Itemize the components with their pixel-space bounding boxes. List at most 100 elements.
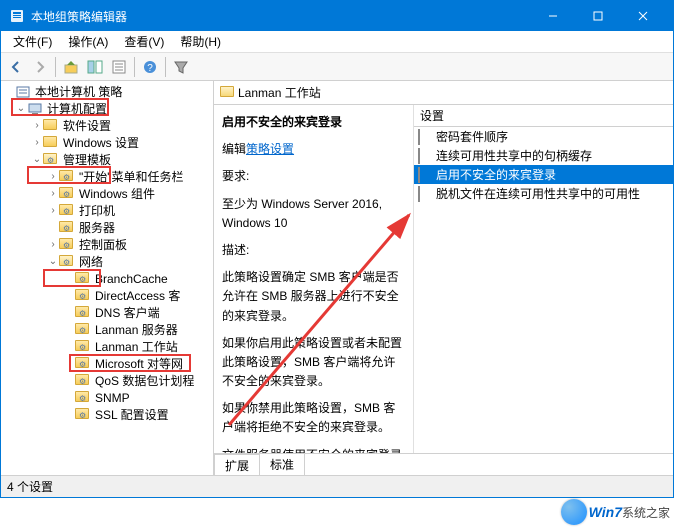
tree-root[interactable]: 本地计算机 策略 <box>33 83 124 100</box>
folder-gear-icon <box>75 323 89 334</box>
statusbar: 4 个设置 <box>1 475 673 497</box>
filter-button[interactable] <box>170 56 192 78</box>
folder-open-icon <box>220 86 234 97</box>
req-value: 至少为 Windows Server 2016, Windows 10 <box>222 195 405 233</box>
tree-item[interactable]: Windows 组件 <box>77 185 157 202</box>
folder-gear-icon <box>75 289 89 300</box>
expander-icon[interactable]: › <box>47 239 59 250</box>
menu-help[interactable]: 帮助(H) <box>172 31 229 52</box>
tree-item[interactable]: Lanman 服务器 <box>93 321 180 338</box>
list-column-header[interactable]: 设置 <box>414 105 673 127</box>
document-icon <box>418 168 432 182</box>
app-icon <box>9 8 25 24</box>
folder-gear-icon <box>59 187 73 198</box>
properties-button[interactable] <box>108 56 130 78</box>
watermark-brand: Win7 <box>589 504 622 520</box>
help-button[interactable]: ? <box>139 56 161 78</box>
content-header: Lanman 工作站 <box>214 81 673 105</box>
view-tabs: 扩展 标准 <box>214 453 673 475</box>
list-row[interactable]: 脱机文件在连续可用性共享中的可用性 <box>414 184 673 203</box>
window-title: 本地组策略编辑器 <box>31 8 127 25</box>
tree-computer-config[interactable]: 计算机配置 <box>45 100 109 117</box>
folder-gear-icon <box>59 238 73 249</box>
policy-title: 启用不安全的来宾登录 <box>222 113 405 132</box>
document-icon <box>418 187 432 201</box>
watermark: Win7 系统之家 <box>561 499 670 525</box>
tree-lanman-workstation[interactable]: Lanman 工作站 <box>93 338 180 355</box>
desc-text: 此策略设置确定 SMB 客户端是否允许在 SMB 服务器上进行不安全的来宾登录。 <box>222 268 405 326</box>
menu-file[interactable]: 文件(F) <box>5 31 60 52</box>
up-button[interactable] <box>60 56 82 78</box>
req-label: 要求: <box>222 167 405 186</box>
desc-text: 如果你启用此策略设置或者未配置此策略设置，SMB 客户端将允许不安全的来宾登录。 <box>222 334 405 392</box>
list-row-label: 连续可用性共享中的句柄缓存 <box>436 147 592 164</box>
tree-item[interactable]: 打印机 <box>77 202 117 219</box>
tree-item[interactable]: 控制面板 <box>77 236 129 253</box>
tree-item[interactable]: SNMP <box>93 391 132 405</box>
maximize-button[interactable] <box>575 1 620 31</box>
svg-text:?: ? <box>147 63 153 74</box>
folder-icon <box>43 136 57 147</box>
tree-item[interactable]: BranchCache <box>93 272 170 286</box>
tree-admin-templates[interactable]: 管理模板 <box>61 151 113 168</box>
menu-view[interactable]: 查看(V) <box>116 31 172 52</box>
folder-gear-icon <box>75 340 89 351</box>
expander-icon[interactable]: › <box>31 137 43 148</box>
desc-label: 描述: <box>222 241 405 260</box>
folder-gear-icon <box>75 272 89 283</box>
watermark-suffix: 系统之家 <box>622 504 670 521</box>
forward-button[interactable] <box>29 56 51 78</box>
list-row[interactable]: 密码套件顺序 <box>414 127 673 146</box>
expander-icon[interactable]: ⌄ <box>15 103 27 114</box>
nav-tree[interactable]: 本地计算机 策略 ⌄计算机配置 ›软件设置 ›Windows 设置 ⌄管理模板 … <box>1 81 214 475</box>
watermark-logo-icon <box>561 499 587 525</box>
expander-icon[interactable]: ⌄ <box>47 256 59 267</box>
expander-icon[interactable]: › <box>31 120 43 131</box>
folder-gear-icon <box>59 221 73 232</box>
tree-item[interactable]: Microsoft 对等网 <box>93 355 185 372</box>
tree-item[interactable]: SSL 配置设置 <box>93 406 171 423</box>
folder-icon <box>43 119 57 130</box>
tree-item[interactable]: "开始"菜单和任务栏 <box>77 168 186 185</box>
expander-icon[interactable]: ⌄ <box>31 154 43 165</box>
computer-icon <box>27 102 43 116</box>
show-hide-tree-button[interactable] <box>84 56 106 78</box>
expander-icon[interactable]: › <box>47 188 59 199</box>
list-row[interactable]: 启用不安全的来宾登录 <box>414 165 673 184</box>
policy-icon <box>15 85 31 99</box>
tree-item[interactable]: QoS 数据包计划程 <box>93 372 196 389</box>
gpedit-window: 本地组策略编辑器 文件(F) 操作(A) 查看(V) 帮助(H) ? 本地计算机… <box>0 0 674 498</box>
tree-item[interactable]: DNS 客户端 <box>93 304 162 321</box>
menubar: 文件(F) 操作(A) 查看(V) 帮助(H) <box>1 31 673 53</box>
expander-icon[interactable]: › <box>47 171 59 182</box>
desc-text: 文件服务器使用不安全的来宾登录 <box>222 446 405 453</box>
tree-item[interactable]: DirectAccess 客 <box>93 287 182 304</box>
tree-item[interactable]: 软件设置 <box>61 117 113 134</box>
folder-gear-icon <box>75 408 89 419</box>
titlebar: 本地组策略编辑器 <box>1 1 673 31</box>
tree-network[interactable]: 网络 <box>77 253 105 270</box>
status-text: 4 个设置 <box>7 480 53 494</box>
edit-policy-link[interactable]: 策略设置 <box>246 142 294 156</box>
folder-gear-icon <box>59 204 73 215</box>
expander-icon[interactable]: › <box>47 205 59 216</box>
list-row-label: 脱机文件在连续可用性共享中的可用性 <box>436 185 640 202</box>
document-icon <box>418 149 432 163</box>
close-button[interactable] <box>620 1 665 31</box>
tree-item[interactable]: Windows 设置 <box>61 134 141 151</box>
tree-item[interactable]: 服务器 <box>77 219 117 236</box>
menu-action[interactable]: 操作(A) <box>60 31 116 52</box>
list-row[interactable]: 连续可用性共享中的句柄缓存 <box>414 146 673 165</box>
document-icon <box>418 130 432 144</box>
settings-list[interactable]: 设置 密码套件顺序连续可用性共享中的句柄缓存启用不安全的来宾登录脱机文件在连续可… <box>414 105 673 453</box>
minimize-button[interactable] <box>530 1 575 31</box>
tab-extended[interactable]: 扩展 <box>214 454 260 475</box>
list-row-label: 启用不安全的来宾登录 <box>436 166 556 183</box>
back-button[interactable] <box>5 56 27 78</box>
tab-standard[interactable]: 标准 <box>259 453 305 475</box>
folder-gear-icon <box>59 255 73 266</box>
desc-text: 如果你禁用此策略设置，SMB 客户端将拒绝不安全的来宾登录。 <box>222 399 405 437</box>
folder-gear-icon <box>75 374 89 385</box>
folder-gear-icon <box>59 170 73 181</box>
detail-pane: 启用不安全的来宾登录 编辑策略设置 要求: 至少为 Windows Server… <box>214 105 414 453</box>
